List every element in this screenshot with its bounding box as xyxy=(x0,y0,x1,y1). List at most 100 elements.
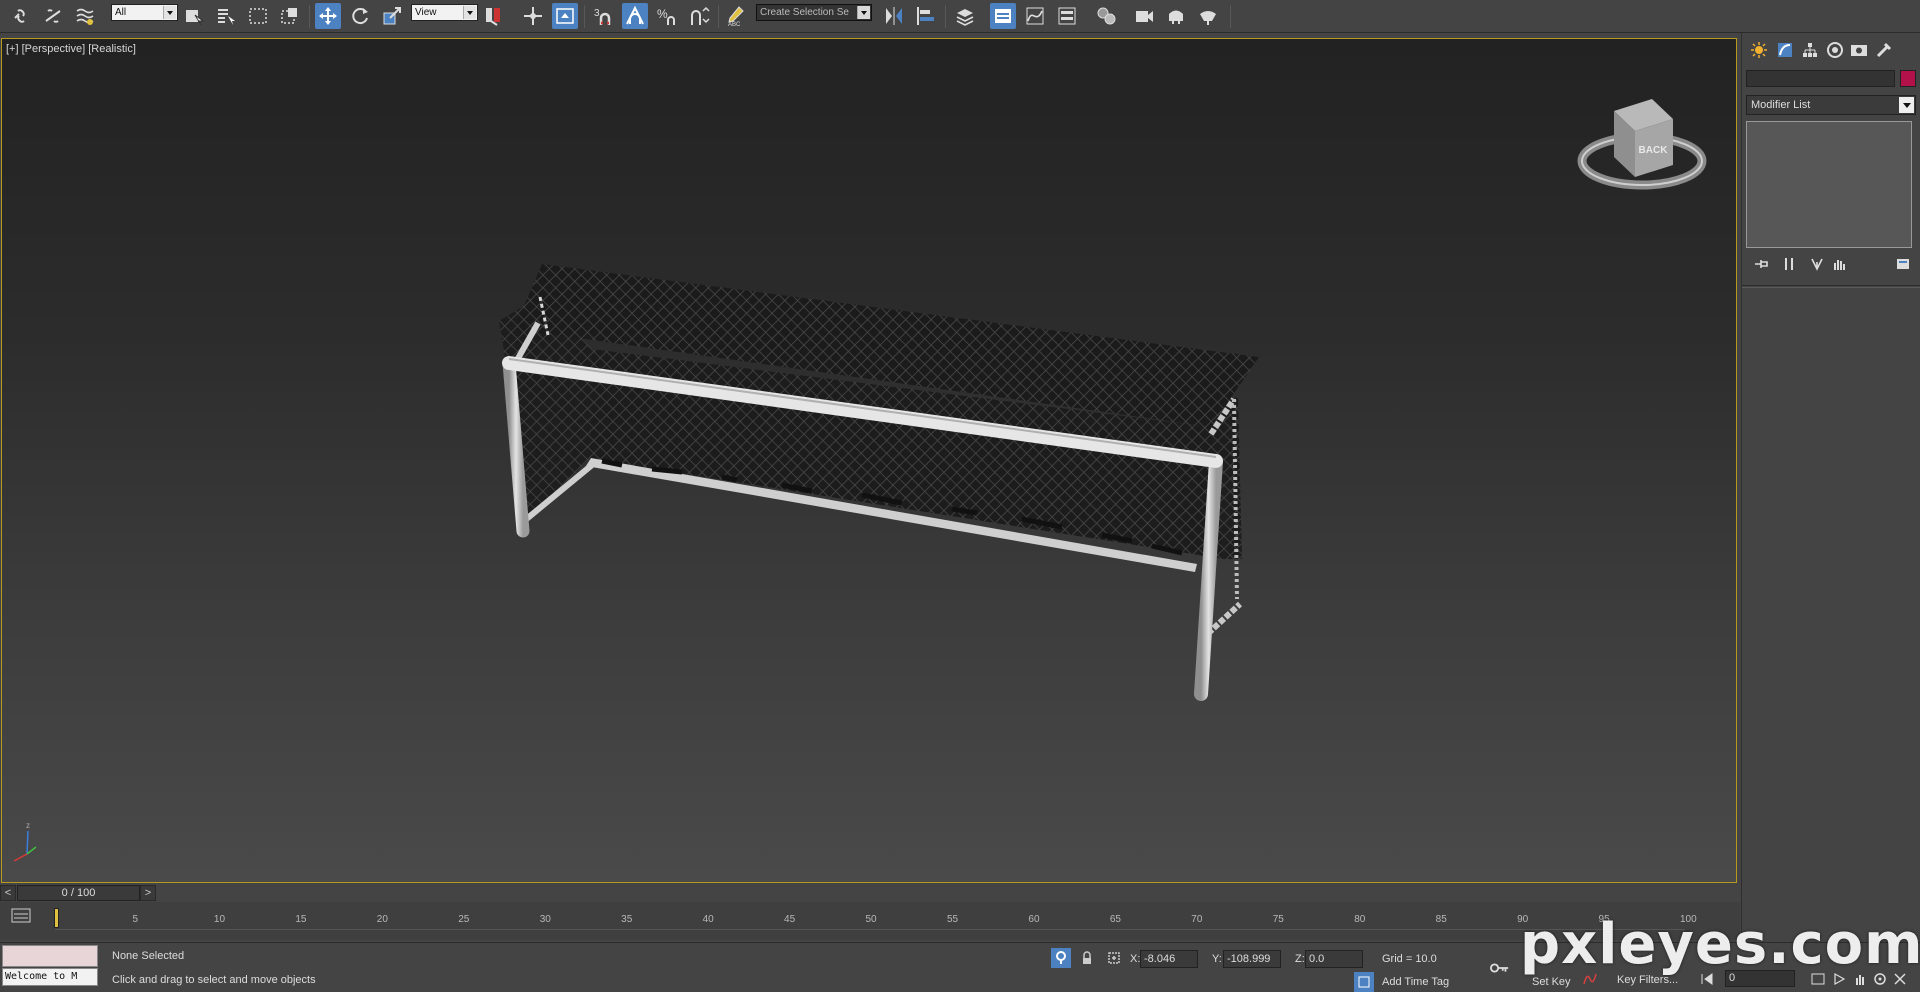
timeline-tick-label: 30 xyxy=(539,914,551,925)
time-slider-thumb[interactable]: 0 / 100 xyxy=(17,885,140,901)
timeline-tick-label: 40 xyxy=(702,914,714,925)
set-key-button[interactable]: Set Key xyxy=(1532,976,1571,988)
timeline-playhead[interactable] xyxy=(54,908,59,928)
x-coord-field[interactable]: -8.046 xyxy=(1140,950,1198,968)
absolute-mode-icon[interactable] xyxy=(1104,948,1124,968)
selection-filter-value: All xyxy=(115,7,127,18)
soccer-goal[interactable] xyxy=(499,264,1259,701)
rotate-icon[interactable] xyxy=(347,3,373,29)
link-icon[interactable] xyxy=(8,3,34,29)
toolbar-separator xyxy=(309,5,310,28)
toolbar-separator xyxy=(1230,5,1231,28)
timeline-tick-label: 45 xyxy=(784,914,796,925)
spinner-snap-icon[interactable] xyxy=(686,3,712,29)
rect-selection-icon[interactable] xyxy=(245,3,271,29)
reference-coord-value: View xyxy=(415,7,437,18)
svg-text:%: % xyxy=(657,7,668,21)
modify-icon[interactable] xyxy=(1774,40,1796,60)
isolate-selection-icon[interactable] xyxy=(1051,948,1071,968)
time-tag-icon[interactable] xyxy=(1354,972,1374,992)
remove-modifier-icon[interactable] xyxy=(1828,255,1850,273)
mini-curve-editor-icon[interactable] xyxy=(10,906,32,926)
object-color-swatch[interactable] xyxy=(1900,70,1916,87)
y-coord-label: Y: xyxy=(1212,953,1222,965)
material-editor-icon[interactable] xyxy=(1093,3,1119,29)
named-selection-dropdown[interactable]: Create Selection Se xyxy=(756,4,872,21)
schematic-view-icon[interactable] xyxy=(1054,3,1080,29)
watermark: pxleyes.com xyxy=(1520,912,1920,977)
edit-named-selections-icon[interactable]: ABC xyxy=(723,3,749,29)
key-icon[interactable] xyxy=(1490,958,1510,978)
svg-text:z: z xyxy=(26,821,30,830)
modifier-list-dropdown[interactable]: Modifier List xyxy=(1746,95,1916,115)
scene-explorer-icon[interactable] xyxy=(990,3,1016,29)
x-coord-label: X: xyxy=(1130,953,1141,965)
move-icon[interactable] xyxy=(315,3,341,29)
render-setup-icon[interactable] xyxy=(1131,3,1157,29)
show-end-result-icon[interactable] xyxy=(1778,255,1800,273)
manipulate-icon[interactable] xyxy=(520,3,546,29)
timeline-tick-label: 35 xyxy=(621,914,633,925)
time-slider-prev-button[interactable]: < xyxy=(0,885,16,901)
timeline-tick-label: 25 xyxy=(458,914,470,925)
keyboard-shortcut-icon[interactable] xyxy=(552,3,578,29)
window-crossing-icon[interactable] xyxy=(277,3,303,29)
timeline-tick-label: 55 xyxy=(946,914,959,925)
chevron-down-icon xyxy=(463,6,476,19)
hierarchy-icon[interactable] xyxy=(1799,40,1821,60)
utilities-icon[interactable] xyxy=(1873,40,1895,60)
named-selection-value: Create Selection Se xyxy=(760,7,849,18)
timeline-tick-label: 50 xyxy=(865,914,877,925)
curve-editor-icon[interactable] xyxy=(1022,3,1048,29)
track-bar[interactable]: 5 10 15 20 25 30 35 40 45 50 55 60 65 70 75 80 85 90 95 100 xyxy=(0,902,1740,940)
maxscript-mini-listener[interactable]: Welcome to M xyxy=(2,968,98,986)
display-icon[interactable] xyxy=(1848,40,1870,60)
create-icon[interactable] xyxy=(1748,40,1770,60)
rendered-frame-icon[interactable] xyxy=(1163,3,1189,29)
axis-tripod: z xyxy=(13,821,37,862)
render-icon[interactable] xyxy=(1195,3,1221,29)
svg-text:ABC: ABC xyxy=(728,22,741,27)
chevron-down-icon xyxy=(163,6,176,19)
add-time-tag-button[interactable]: Add Time Tag xyxy=(1382,976,1449,988)
timeline-tick-label: 85 xyxy=(1435,914,1447,925)
modifier-stack[interactable] xyxy=(1746,121,1912,248)
timeline-tick-label: 10 xyxy=(213,914,226,925)
y-coord-field[interactable]: -108.999 xyxy=(1223,950,1281,968)
pin-stack-icon[interactable] xyxy=(1750,255,1772,273)
z-coord-field[interactable]: 0.0 xyxy=(1305,950,1363,968)
select-by-name-icon[interactable] xyxy=(213,3,239,29)
angle-snap-icon[interactable] xyxy=(622,3,648,29)
snaps-3d-icon[interactable]: 3 xyxy=(590,3,616,29)
motion-icon[interactable] xyxy=(1824,40,1846,60)
lock-selection-icon[interactable] xyxy=(1077,948,1097,968)
pivot-icon[interactable] xyxy=(481,3,507,29)
time-slider-next-button[interactable]: > xyxy=(140,885,156,901)
unlink-icon[interactable] xyxy=(40,3,66,29)
main-toolbar: All View 3 % ABC Create Selection Se xyxy=(0,0,1920,33)
make-unique-icon[interactable] xyxy=(1806,255,1828,273)
bind-spacewarp-icon[interactable] xyxy=(72,3,98,29)
timeline-tick-label: 5 xyxy=(132,914,138,925)
layer-manager-icon[interactable] xyxy=(952,3,978,29)
toolbar-separator xyxy=(584,5,585,28)
timeline-tick-label: 15 xyxy=(295,914,307,925)
viewcube[interactable]: BACK xyxy=(1577,99,1707,190)
command-panel: Modifier List xyxy=(1741,33,1920,945)
z-coord-label: Z: xyxy=(1295,953,1305,965)
percent-snap-icon[interactable]: % xyxy=(654,3,680,29)
grid-spacing: Grid = 10.0 xyxy=(1382,953,1437,965)
mirror-icon[interactable] xyxy=(881,3,907,29)
time-slider[interactable]: < 0 / 100 > xyxy=(0,885,1740,901)
maxscript-listener-output[interactable] xyxy=(2,945,98,967)
configure-modifier-sets-icon[interactable] xyxy=(1892,255,1914,273)
scale-icon[interactable] xyxy=(379,3,405,29)
reference-coord-dropdown[interactable]: View xyxy=(411,4,478,21)
selection-filter-dropdown[interactable]: All xyxy=(111,4,178,21)
object-name-field[interactable] xyxy=(1746,70,1895,87)
perspective-viewport[interactable]: [+] [Perspective] [Realistic] BACK z xyxy=(1,38,1737,883)
select-object-icon[interactable] xyxy=(181,3,207,29)
align-icon[interactable] xyxy=(913,3,939,29)
prompt-line: Click and drag to select and move object… xyxy=(112,974,316,986)
toolbar-separator xyxy=(718,5,719,28)
